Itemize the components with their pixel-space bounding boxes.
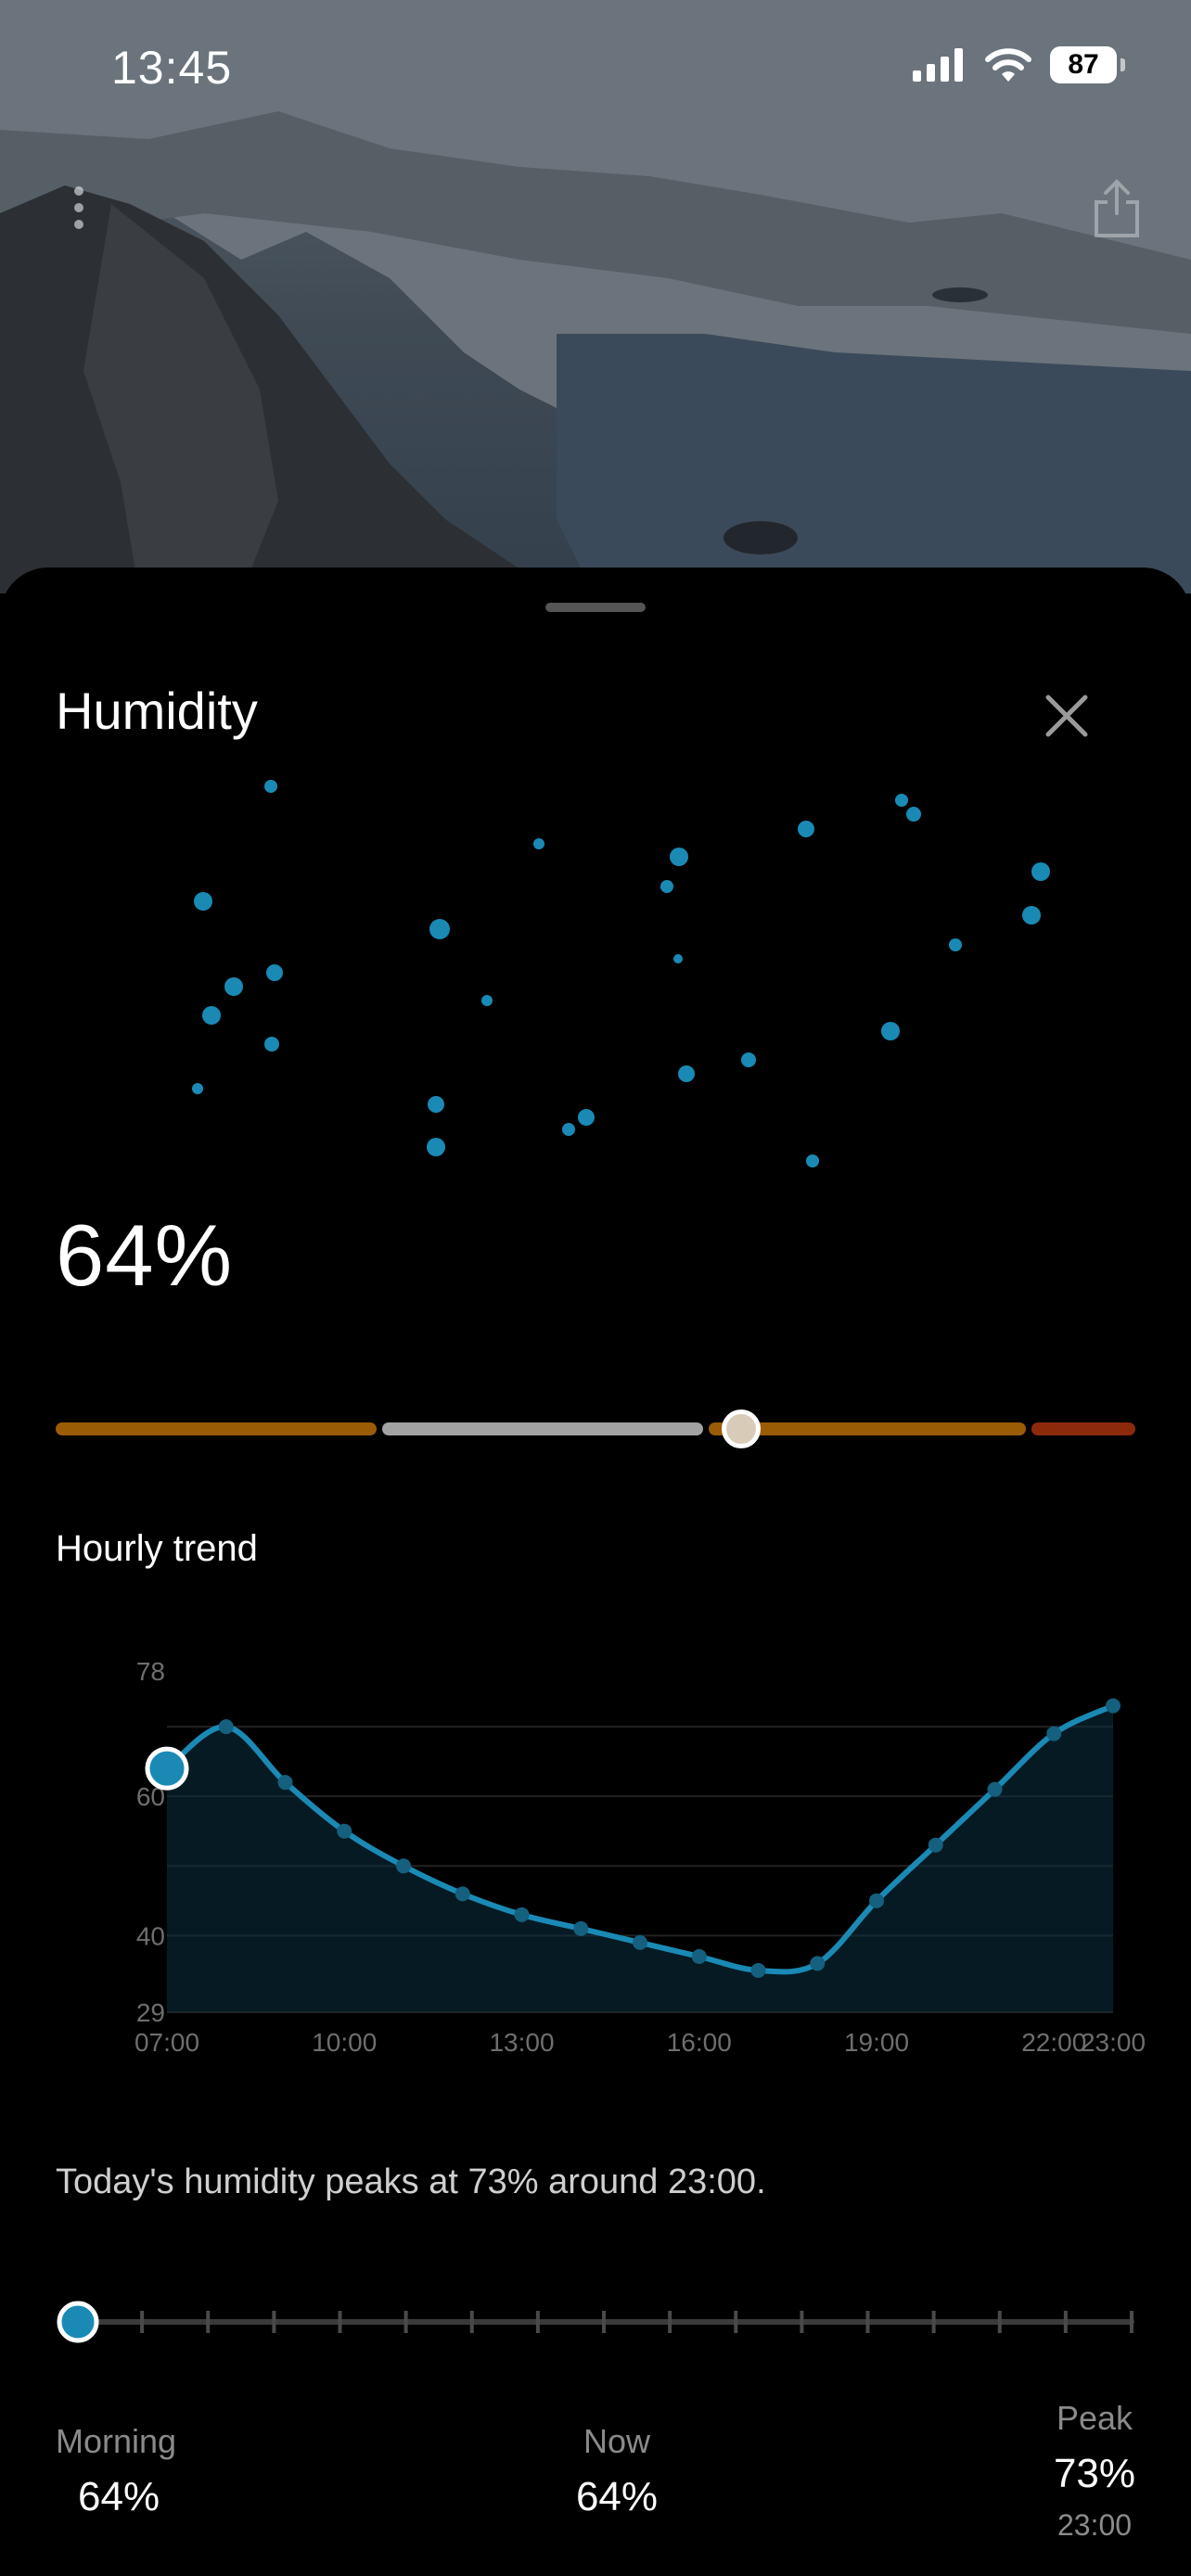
- hourly-trend-chart: 7860402907:00 10:00 13:00 16:00 19:00 22:0023…: [134, 1657, 1146, 2057]
- scale-segment-dry: [56, 1422, 377, 1435]
- data-point: [455, 1886, 470, 1902]
- humidity-sheet: Humidity 64% Hourly trend 78 60 40 29 07:00 1…: [0, 567, 1191, 2576]
- now-value: 64%: [575, 2474, 659, 2519]
- signal-icon: [913, 48, 963, 82]
- battery-icon: 87: [1050, 46, 1125, 83]
- x-tick-label: 13:00: [489, 2028, 554, 2057]
- data-point: [1106, 1698, 1121, 1714]
- scale-indicator: [722, 1409, 761, 1448]
- now-label: Now: [583, 2422, 651, 2460]
- data-point: [691, 1948, 707, 1964]
- sheet-title: Humidity: [56, 682, 258, 740]
- data-point: [1046, 1726, 1062, 1741]
- x-tick-label: 23:00: [1081, 2028, 1146, 2057]
- peak-summary: Today's humidity peaks at 73% around 23:…: [56, 2162, 766, 2201]
- data-point: [337, 1823, 352, 1839]
- humidity-scale: [56, 1400, 1135, 1456]
- timeline-thumb[interactable]: [57, 2301, 99, 2343]
- x-tick-label: 16:00: [667, 2028, 732, 2057]
- peak-time: 23:00: [1057, 2508, 1133, 2542]
- data-point: [750, 1962, 766, 1978]
- data-point: [218, 1719, 234, 1735]
- x-tick-label: 19:00: [844, 2028, 909, 2057]
- morning-label: Morning: [56, 2422, 177, 2460]
- share-icon[interactable]: [1089, 176, 1145, 241]
- peak-label: Peak: [1056, 2399, 1133, 2437]
- current-point-marker: [145, 1746, 189, 1791]
- y-tick-label: 78: [136, 1657, 165, 1686]
- status-bar: 13:45 87: [0, 0, 1191, 130]
- hour-timeline-slider[interactable]: [56, 2274, 1135, 2357]
- series-area: [167, 1705, 1113, 2012]
- peak-value: 73%: [1053, 2451, 1136, 2496]
- morning-stat: Morning 64%: [56, 2422, 186, 2520]
- current-humidity-value: 64%: [56, 1206, 234, 1304]
- now-stat: Now 64%: [538, 2422, 696, 2520]
- scale-segment-very-humid: [1031, 1422, 1135, 1435]
- morning-value: 64%: [78, 2474, 160, 2519]
- sheet-grabber[interactable]: [545, 603, 646, 612]
- hourly-trend-title: Hourly trend: [56, 1528, 258, 1569]
- x-tick-label: 22:00: [1021, 2028, 1086, 2057]
- x-tick-label: 07:00: [134, 2028, 199, 2057]
- status-time: 13:45: [111, 42, 233, 94]
- data-point: [277, 1775, 293, 1791]
- wifi-icon: [985, 48, 1031, 82]
- data-point: [514, 1906, 530, 1922]
- data-point: [573, 1920, 589, 1936]
- more-vertical-icon[interactable]: [65, 182, 93, 237]
- data-point: [869, 1893, 884, 1908]
- y-tick-label: 29: [136, 1998, 165, 2027]
- y-tick-label: 40: [136, 1921, 165, 1950]
- scale-segment-normal: [382, 1422, 703, 1435]
- data-point: [810, 1956, 826, 1971]
- data-point: [396, 1858, 411, 1874]
- x-tick-label: 10:00: [312, 2028, 377, 2057]
- data-point: [987, 1781, 1003, 1797]
- data-point: [928, 1837, 943, 1853]
- data-point: [633, 1934, 647, 1950]
- peak-stat: Peak 73% 23:00: [1030, 2399, 1159, 2543]
